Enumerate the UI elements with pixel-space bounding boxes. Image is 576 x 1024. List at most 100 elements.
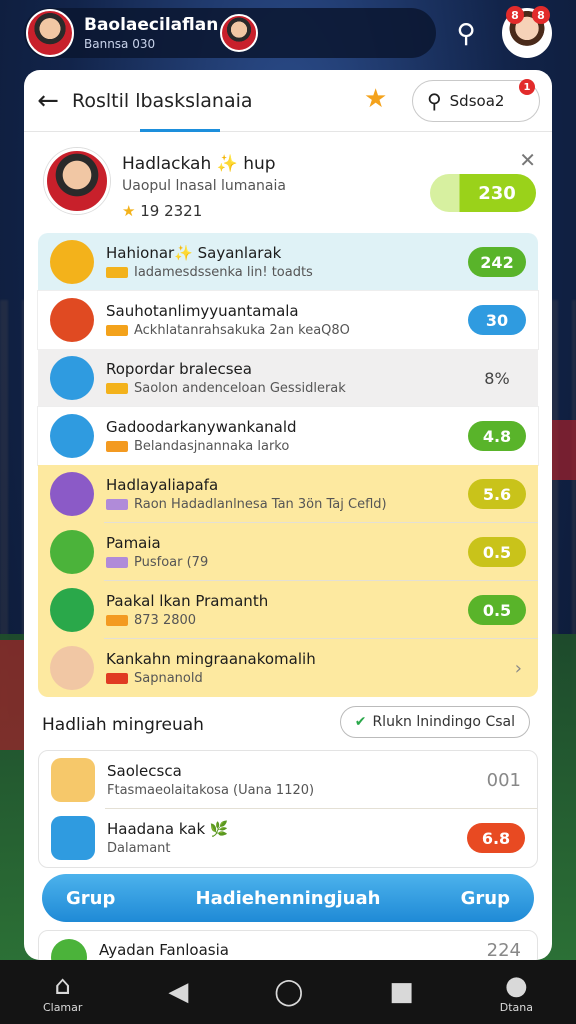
nav-home-circle[interactable]: ◯ [274, 977, 303, 1007]
check-icon: ✔ [354, 714, 367, 730]
list-item-text: Sauhotanlimyyuantamala Ackhlatanrahsakuka… [106, 302, 468, 338]
rank-marker [106, 673, 128, 684]
profile-card: Hadlackah ✨ hup Uaopul lnasal lumanaia ★… [24, 132, 552, 226]
list-item-text: Gadoodarkanywankanald Belandasjnannaka la… [106, 418, 468, 454]
page-title: Rosltil lbaskslanaia [72, 89, 253, 112]
person-icon: ● [505, 970, 528, 1001]
leaf-icon [51, 939, 87, 960]
list-item-value: 6.8 [467, 823, 525, 853]
rank-marker [106, 325, 128, 336]
navigation-bar: ⌂ Clamar ◀ ◯ ■ ● Dtana [0, 960, 576, 1024]
list-item-text: Haadana kak 🌿 Dalamant [107, 820, 467, 856]
list-item-subtitle-text: Pusfoar (79 [134, 555, 209, 570]
list-item-subtitle: Ackhlatanrahsakuka 2an keaQ8O [106, 323, 468, 338]
background-banner [548, 420, 576, 480]
list-item-title: Haadana kak 🌿 [107, 820, 229, 838]
nav-back[interactable]: ◀ [168, 977, 188, 1007]
filter-chip[interactable]: ✔ Rlukn lnindingo Csal [339, 706, 530, 738]
rank-marker [106, 441, 128, 452]
group-button-left: Grup [66, 887, 116, 909]
nav-home[interactable]: ⌂ Clamar [43, 971, 82, 1014]
list-item-subtitle-text: Raon Hadadlanlnesa Tan 3ön Taj Cefld) [134, 497, 387, 512]
home-icon: ⌂ [54, 970, 71, 1001]
profile-avatar-button[interactable]: 8 8 [502, 6, 552, 58]
list-item-icon [50, 588, 94, 632]
nav-home-label: Clamar [42, 1000, 83, 1014]
ranking-list: Hahionar✨ Sayanlarak Iadamesdssenka lin! … [38, 233, 538, 697]
main-panel: ← Rosltil lbaskslanaia ★ ⚲ Sdsoa2 1 Hadl… [24, 70, 552, 960]
profile-score-value: 19 2321 [140, 202, 203, 220]
list-item[interactable]: Pamaia Pusfoar (79 0.5 [38, 523, 538, 581]
list-item-icon [51, 816, 95, 860]
list-item[interactable]: Ayadan Fanloasia 224 [38, 930, 538, 960]
score-badge: 5.6 [468, 479, 526, 509]
list-item-subtitle: Dalamant [107, 841, 171, 856]
list-item-subtitle-text: Saolon andenceloan Gessidlerak [134, 381, 346, 396]
list-item-icon [51, 758, 95, 802]
chevron-right-icon: › [514, 657, 522, 679]
user-avatar[interactable] [26, 9, 74, 57]
back-triangle-icon: ◀ [168, 977, 189, 1007]
list-item-icon [50, 530, 94, 574]
group-button[interactable]: Grup Hadiehenningjuah Grup [42, 874, 534, 922]
list-item-subtitle: 873 2800 [106, 613, 468, 628]
list-item-title: Saolecsca [107, 762, 182, 780]
rank-marker [106, 615, 128, 626]
top-bar: Baolaecilaflan Bannsa 030 [24, 8, 436, 58]
list-item-subtitle: Iadamesdssenka lin! toadts [106, 265, 468, 280]
list-item-value: 224 [486, 939, 521, 961]
list-item[interactable]: Gadoodarkanywankanald Belandasjnannaka la… [38, 407, 538, 465]
reward-list: Saolecsca Ftasmaeolaitakosa (Uana 1120) 00… [38, 750, 538, 868]
score-badge: 0.5 [468, 595, 526, 625]
notification-badge: 8 [532, 6, 550, 24]
list-item-subtitle-text: Sapnanold [134, 671, 203, 686]
filter-chip-label: Rlukn lnindingo Csal [372, 714, 515, 730]
top-bar-text: Baolaecilaflan Bannsa 030 [84, 15, 218, 51]
score-badge: 0.5 [468, 537, 526, 567]
list-item[interactable]: Haadana kak 🌿 Dalamant 6.8 [39, 809, 537, 867]
list-item[interactable]: Saolecsca Ftasmaeolaitakosa (Uana 1120) 00… [39, 751, 537, 809]
list-item-title: Pamaia [106, 534, 161, 552]
profile-name: Hadlackah ✨ hup [122, 154, 276, 174]
list-item[interactable]: Paakal lkan Pramanth 873 2800 0.5 [38, 581, 538, 639]
list-item[interactable]: Hadlayaliapafa Raon Hadadlanlnesa Tan 3ön… [38, 465, 538, 523]
list-item[interactable]: Kankahn mingraanakomalih Sapnanold › [38, 639, 538, 697]
list-item-icon [50, 646, 94, 690]
search-icon[interactable]: ⚲ [446, 14, 486, 54]
group-button-center: Hadiehenningjuah [195, 887, 381, 909]
list-item-title: Gadoodarkanywankanald [106, 418, 297, 436]
nav-profile-label: Dtana [499, 1000, 533, 1014]
list-item-icon [50, 472, 94, 516]
rank-marker [106, 557, 128, 568]
list-item[interactable]: Ropordar bralecsea Saolon andenceloan Ges… [38, 349, 538, 407]
back-arrow-icon[interactable]: ← [24, 86, 72, 116]
score-badge: 30 [468, 305, 526, 335]
star-icon: ★ [122, 202, 136, 220]
score-badge: 4.8 [468, 421, 526, 451]
list-item-text: Kankahn mingraanakomalih Sapnanold [106, 650, 515, 686]
top-bar-subtitle: Bannsa 030 [84, 37, 156, 51]
list-item[interactable]: Hahionar✨ Sayanlarak Iadamesdssenka lin! … [38, 233, 538, 291]
search-input[interactable]: ⚲ Sdsoa2 1 [412, 79, 540, 122]
list-item-subtitle: Saolon andenceloan Gessidlerak [106, 381, 468, 396]
score-pill[interactable]: 230 [430, 174, 536, 212]
list-item-value: 001 [486, 769, 521, 791]
close-icon[interactable]: ✕ [519, 148, 536, 172]
friend-avatar[interactable] [220, 14, 259, 52]
list-item-text: Pamaia Pusfoar (79 [106, 534, 468, 570]
star-icon[interactable]: ★ [364, 84, 387, 114]
profile-avatar[interactable] [44, 148, 110, 214]
profile-score: ★ 19 2321 [122, 202, 202, 220]
list-item-subtitle: Sapnanold [106, 671, 515, 686]
nav-profile[interactable]: ● Dtana [500, 971, 533, 1014]
search-icon: ⚲ [427, 89, 442, 113]
list-item[interactable]: Sauhotanlimyyuantamala Ackhlatanrahsakuka… [38, 291, 538, 349]
nav-recents[interactable]: ■ [389, 977, 414, 1007]
list-item-subtitle-text: Iadamesdssenka lin! toadts [134, 265, 313, 280]
list-item-text: Ayadan Fanloasia [99, 941, 487, 959]
top-bar-title: Baolaecilaflan [84, 15, 219, 35]
list-item-text: Saolecsca Ftasmaeolaitakosa (Uana 1120) [107, 762, 487, 798]
profile-subtitle: Uaopul lnasal lumanaia [122, 178, 286, 194]
list-item-icon [50, 356, 94, 400]
list-item-title: Hadlayaliapafa [106, 476, 219, 494]
